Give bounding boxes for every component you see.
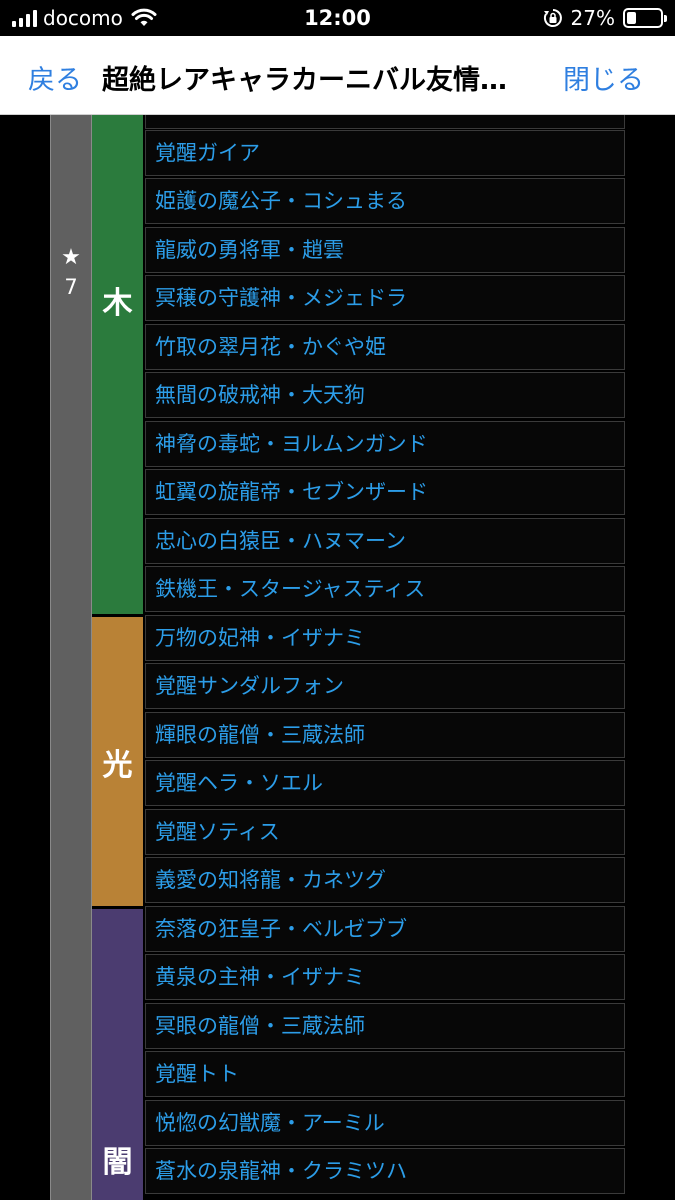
star-icon: ★ — [61, 245, 81, 270]
attribute-light: 光 — [92, 617, 143, 906]
status-bar: docomo 12:00 27% — [0, 0, 675, 36]
attribute-label: 木 — [102, 285, 133, 321]
table-row[interactable]: 蒼水の泉龍神・クラミツハ — [145, 1148, 625, 1194]
table-row[interactable]: 竹取の翠月花・かぐや姫 — [145, 324, 625, 370]
close-button[interactable]: 閉じる — [563, 58, 644, 97]
table-row[interactable]: 冥穣の守護神・メジェドラ — [145, 275, 625, 321]
table-row[interactable]: 神脅の毒蛇・ヨルムンガンド — [145, 421, 625, 467]
table-row[interactable]: 冥眼の龍僧・三蔵法師 — [145, 1003, 625, 1049]
table-row[interactable]: 悦惚の幻獣魔・アーミル — [145, 1100, 625, 1146]
attribute-label: 闇 — [102, 1145, 133, 1180]
table-row[interactable]: 無間の破戒神・大天狗 — [145, 372, 625, 418]
table-row[interactable]: 姫護の魔公子・コシュまる — [145, 178, 625, 224]
table-row[interactable]: 覚醒ガイア — [145, 130, 625, 176]
character-table: ★ 7 木 光 闇 覚醒ガイア 姫護の魔公子・コシュまる 龍威の勇将軍・趙雲 冥… — [0, 115, 675, 1200]
page-title: 超絶レアキャラカーニバル友情… — [102, 65, 507, 96]
battery-icon — [623, 8, 667, 28]
attribute-dark: 闇 — [92, 909, 143, 1200]
table-row[interactable]: 黄泉の主神・イザナミ — [145, 954, 625, 1000]
attribute-label: 光 — [102, 747, 133, 783]
table-row[interactable]: 万物の妃神・イザナミ — [145, 615, 625, 661]
battery-percent: 27% — [570, 6, 615, 30]
table-row — [145, 115, 625, 129]
table-row[interactable]: 義愛の知将龍・カネツグ — [145, 857, 625, 903]
table-row[interactable]: 奈落の狂皇子・ベルゼブブ — [145, 906, 625, 952]
table-row[interactable]: 忠心の白猿臣・ハヌマーン — [145, 518, 625, 564]
table-row[interactable]: 鉄機王・スタージャスティス — [145, 566, 625, 612]
rarity-number: 7 — [64, 275, 78, 299]
table-row[interactable]: 覚醒ソティス — [145, 809, 625, 855]
orientation-lock-icon — [543, 9, 562, 27]
back-button[interactable]: 戻る — [28, 58, 82, 97]
attribute-wood: 木 — [92, 115, 143, 614]
navigation-bar: 戻る 超絶レアキャラカーニバル友情… 閉じる — [0, 36, 675, 115]
table-row[interactable]: 覚醒ヘラ・ソエル — [145, 760, 625, 806]
table-row[interactable]: 覚醒サンダルフォン — [145, 663, 625, 709]
table-row[interactable]: 龍威の勇将軍・趙雲 — [145, 227, 625, 273]
table-row[interactable]: 虹翼の旋龍帝・セブンザード — [145, 469, 625, 515]
rarity-cell: ★ 7 — [50, 115, 92, 1200]
table-row[interactable]: 覚醒トト — [145, 1051, 625, 1097]
table-row[interactable]: 輝眼の龍僧・三蔵法師 — [145, 712, 625, 758]
